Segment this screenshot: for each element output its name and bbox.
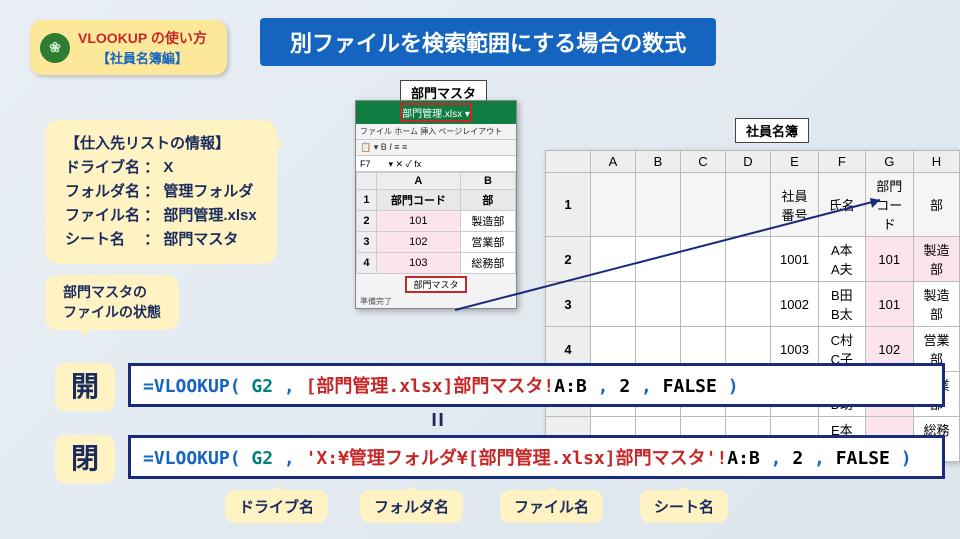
mini-excel-filename: 部門管理.xlsx ▾ [400,103,472,122]
cell: 営業部 [460,232,515,253]
cell: 製造部 [913,282,959,327]
head-code: 部門コード [376,190,460,211]
file-state-callout: 部門マスタの ファイルの状態 [45,275,179,330]
mini-excel-toolbar: 📋 ▾ B I ≡ ≡ [356,140,516,156]
tag-file: ファイル名 [500,490,603,523]
title-badge: ❀ VLOOKUP の使い方 【社員名簿編】 [30,20,227,75]
cell: A本A夫 [819,237,866,282]
mini-excel-titlebar: 部門管理.xlsx ▾ [356,101,516,124]
emp-head-dept: 部 [913,173,959,237]
cell: 製造部 [460,211,515,232]
head-dept: 部 [460,190,515,211]
col-b: B [460,173,515,190]
colhead: H [913,151,959,173]
colhead: C [681,151,726,173]
tag-folder: フォルダ名 [360,490,463,523]
colhead: E [771,151,819,173]
colhead: F [819,151,866,173]
mini-excel-formula-bar: F7 ▾ ✕ ✓ fx [356,156,516,172]
badge-line1: VLOOKUP の使い方 [78,28,207,48]
cell: 101 [865,282,913,327]
tag-drive: ドライブ名 [225,490,328,523]
colhead: G [865,151,913,173]
cell: 101 [376,211,460,232]
close-label: 閉 [55,435,115,483]
info-title: 【仕入先リストの情報】 [65,132,257,156]
info-drive: ドライブ名 ： X [65,156,257,180]
info-file: ファイル名 ： 部門管理.xlsx [65,204,257,228]
main-title: 別ファイルを検索範囲にする場合の数式 [260,18,716,66]
employee-table: A B C D E F G H 1 社員番号 氏名 部門コード 部 2 1001… [545,150,960,462]
cell: 1001 [771,237,819,282]
colhead: D [726,151,771,173]
file-info-callout: 【仕入先リストの情報】 ドライブ名 ： X フォルダ名 ： 管理フォルダ ファイ… [45,120,277,264]
mini-excel-status: 準備完了 [356,295,516,308]
cell: B田B太 [819,282,866,327]
leaf-icon: ❀ [40,33,70,63]
colhead: A [591,151,636,173]
equals-sign: = [422,412,453,427]
cell: 101 [865,237,913,282]
cell: 1002 [771,282,819,327]
info-sheet: シート名 ： 部門マスタ [65,228,257,252]
emp-table-label: 社員名簿 [735,118,809,143]
cell: 製造部 [913,237,959,282]
open-label: 開 [55,363,115,411]
emp-head-code: 部門コード [865,173,913,237]
cell: 102 [376,232,460,253]
emp-head-name: 氏名 [819,173,866,237]
mini-excel-sheet-tab: 部門マスタ [356,274,516,295]
mini-excel-ribbon: ファイル ホーム 挿入 ページレイアウト [356,124,516,140]
tag-sheet: シート名 [640,490,728,523]
col-a: A [376,173,460,190]
mini-excel-window: 部門管理.xlsx ▾ ファイル ホーム 挿入 ページレイアウト 📋 ▾ B I… [355,100,517,309]
badge-line2: 【社員名簿編】 [78,48,207,67]
formula-close: =VLOOKUP( G2 , 'X:¥管理フォルダ¥[部門管理.xlsx]部門マ… [128,435,945,479]
mini-excel-grid: AB 1部門コード部 2101製造部 3102営業部 4103総務部 [356,172,516,274]
info-folder: フォルダ名 ： 管理フォルダ [65,180,257,204]
state-l2: ファイルの状態 [63,303,161,323]
emp-head-id: 社員番号 [771,173,819,237]
formula-open: =VLOOKUP( G2 , [部門管理.xlsx]部門マスタ!A:B , 2 … [128,363,945,407]
colhead: B [636,151,681,173]
cell: 総務部 [460,253,515,274]
state-l1: 部門マスタの [63,283,161,303]
cell: 103 [376,253,460,274]
